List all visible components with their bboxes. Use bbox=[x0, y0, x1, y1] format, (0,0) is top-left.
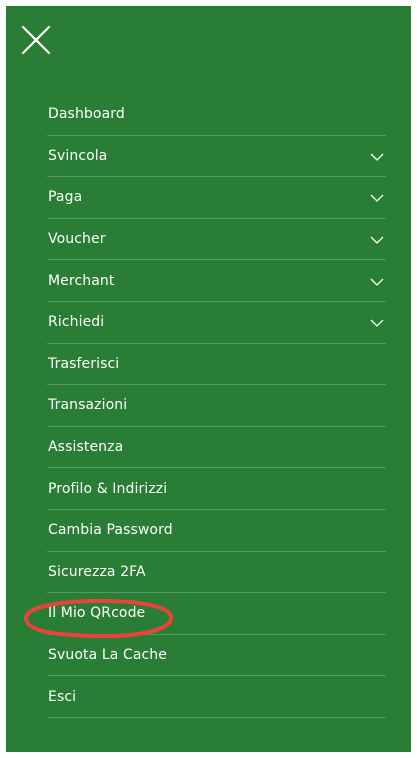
menu-item-il-mio-qrcode[interactable]: Il Mio QRcode bbox=[47, 593, 386, 635]
menu-item-voucher[interactable]: Voucher bbox=[47, 219, 386, 261]
menu-item-svincola[interactable]: Svincola bbox=[47, 136, 386, 178]
menu-item-label: Dashboard bbox=[48, 106, 125, 123]
close-icon bbox=[21, 25, 51, 55]
menu-item-assistenza[interactable]: Assistenza bbox=[47, 427, 386, 469]
chevron-down-icon bbox=[370, 318, 384, 328]
menu-item-cambia-password[interactable]: Cambia Password bbox=[47, 510, 386, 552]
menu-item-label: Svincola bbox=[48, 147, 108, 164]
menu-item-label: Cambia Password bbox=[48, 522, 173, 539]
menu-item-label: Esci bbox=[48, 688, 77, 705]
close-menu-button[interactable] bbox=[20, 24, 52, 56]
menu-item-transazioni[interactable]: Transazioni bbox=[47, 385, 386, 427]
menu-item-paga[interactable]: Paga bbox=[47, 177, 386, 219]
chevron-down-icon bbox=[370, 277, 384, 287]
menu-item-label: Voucher bbox=[48, 231, 106, 248]
chevron-down-icon bbox=[370, 152, 384, 162]
menu-item-esci[interactable]: Esci bbox=[47, 676, 386, 718]
menu-item-label: Paga bbox=[48, 189, 83, 206]
menu-item-label: Profilo & Indirizzi bbox=[48, 480, 168, 497]
chevron-down-icon bbox=[370, 235, 384, 245]
menu-item-label: Richiedi bbox=[48, 314, 105, 331]
menu-item-sicurezza-2fa[interactable]: Sicurezza 2FA bbox=[47, 552, 386, 594]
main-menu: Dashboard Svincola Paga Voucher Merchant bbox=[47, 94, 386, 718]
menu-item-svuota-la-cache[interactable]: Svuota La Cache bbox=[47, 635, 386, 677]
menu-item-label: Transazioni bbox=[48, 397, 128, 414]
chevron-down-icon bbox=[370, 193, 384, 203]
menu-item-label: Trasferisci bbox=[48, 355, 120, 372]
menu-item-dashboard[interactable]: Dashboard bbox=[47, 94, 386, 136]
menu-item-label: Il Mio QRcode bbox=[48, 605, 146, 622]
menu-item-merchant[interactable]: Merchant bbox=[47, 260, 386, 302]
menu-item-label: Assistenza bbox=[48, 439, 124, 456]
menu-item-label: Sicurezza 2FA bbox=[48, 563, 146, 580]
menu-item-profilo-indirizzi[interactable]: Profilo & Indirizzi bbox=[47, 468, 386, 510]
menu-item-label: Merchant bbox=[48, 272, 115, 289]
menu-item-trasferisci[interactable]: Trasferisci bbox=[47, 344, 386, 386]
menu-item-label: Svuota La Cache bbox=[48, 647, 167, 664]
menu-item-richiedi[interactable]: Richiedi bbox=[47, 302, 386, 344]
side-menu-panel: Dashboard Svincola Paga Voucher Merchant bbox=[6, 6, 411, 752]
